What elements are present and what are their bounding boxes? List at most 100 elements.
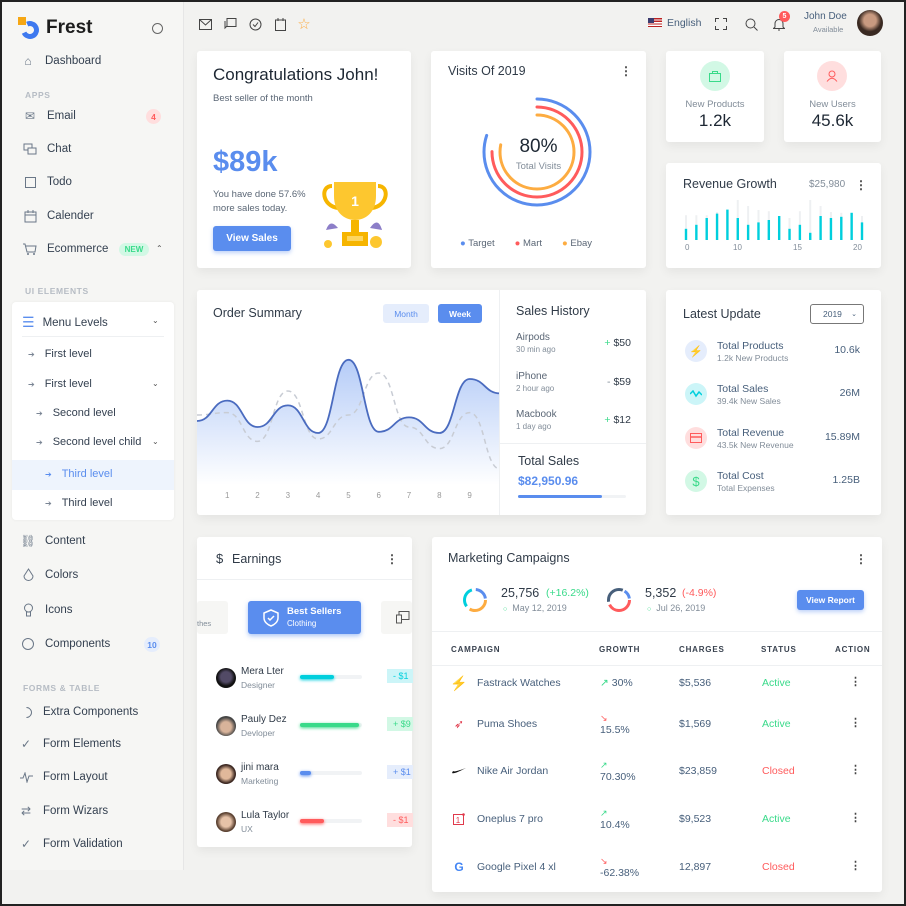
menu-levels-toggle[interactable]: ☰ Menu Levels xyxy=(22,314,108,331)
earnings-person: jini mara Marketing + $1 xyxy=(216,762,413,798)
mail-icon[interactable] xyxy=(198,17,212,31)
sidebar-item-form-wizars[interactable]: ⇄ Form Wizars xyxy=(18,802,108,820)
puma-logo-icon: ➶ xyxy=(453,717,465,731)
item-sub: Total Expenses xyxy=(717,483,775,493)
chat-icon[interactable] xyxy=(223,17,237,31)
sidebar-item-calender[interactable]: Calender xyxy=(22,207,94,225)
sidebar-item-ecommerce[interactable]: Ecommerce xyxy=(22,240,108,258)
fullscreen-icon[interactable] xyxy=(714,17,728,31)
sidebar-item-label: Colors xyxy=(45,569,79,581)
sidebar-item-label: Dashboard xyxy=(45,55,102,67)
column-header-status[interactable]: STATUS xyxy=(761,645,797,654)
sidebar-item-icons[interactable]: Icons xyxy=(20,601,73,619)
user-icon xyxy=(817,61,847,91)
sidebar-item-form-validation[interactable]: ✓ Form Validation xyxy=(18,835,123,853)
devices-icon xyxy=(396,611,410,624)
arrow-right-icon: ➔ xyxy=(45,498,52,508)
tab-week[interactable]: Week xyxy=(438,304,482,323)
calendar-icon[interactable] xyxy=(273,17,287,31)
amount: $12 xyxy=(613,414,631,426)
congrats-title: Congratulations John! xyxy=(213,65,379,84)
item-value: 10.6k xyxy=(834,344,860,356)
star-icon[interactable]: ☆ xyxy=(297,16,311,33)
menu-item-third-level-active[interactable]: ➔ Third level xyxy=(45,468,112,480)
year-select[interactable]: 2019 ⌄ xyxy=(810,304,864,324)
sidebar-item-dashboard[interactable]: ⌂ Dashboard xyxy=(20,52,101,70)
sidebar-item-components[interactable]: Components xyxy=(20,635,110,653)
person-name: jini mara xyxy=(241,762,279,773)
item-sub: 43.5k New Revenue xyxy=(717,440,794,450)
tab-month[interactable]: Month xyxy=(383,304,429,323)
campaign-name: Nike Air Jordan xyxy=(477,765,549,777)
revenue-bar xyxy=(726,209,729,240)
visits-center-label: Total Visits xyxy=(515,161,562,172)
row-actions-icon[interactable]: ⋮ xyxy=(850,675,861,688)
column-header-action[interactable]: ACTION xyxy=(835,645,870,654)
sidebar-item-chat[interactable]: Chat xyxy=(22,140,71,158)
menu-item-label: Third level xyxy=(61,468,113,480)
more-options-icon[interactable]: ⋮ xyxy=(386,553,398,565)
chevron-down-icon: ⌄ xyxy=(152,316,159,325)
column-header-charges[interactable]: CHARGES xyxy=(679,645,725,654)
logo[interactable]: Frest xyxy=(18,17,92,42)
congrats-line-2: more sales today. xyxy=(213,203,288,214)
sidebar-item-email[interactable]: ✉ Email xyxy=(22,107,76,125)
avatar xyxy=(216,716,236,736)
chevron-up-icon[interactable]: ⌃ xyxy=(156,244,163,253)
chevron-down-icon: ⌄ xyxy=(152,379,159,388)
arrow-right-icon: ➔ xyxy=(45,469,52,479)
language-selector[interactable]: English xyxy=(667,17,701,29)
item-amount: + $50 xyxy=(604,337,631,349)
avatar[interactable] xyxy=(857,10,883,36)
sidebar-item-todo[interactable]: Todo xyxy=(22,173,72,191)
latest-update-title: Latest Update xyxy=(683,307,761,321)
trophy-icon: 1 xyxy=(322,182,388,248)
sidebar-toggle[interactable] xyxy=(152,23,163,34)
menu-item-label: First level xyxy=(44,378,92,390)
user-name[interactable]: John Doe xyxy=(804,11,847,22)
earnings-tab-next[interactable] xyxy=(381,601,412,634)
sidebar-item-form-elements[interactable]: ✓ Form Elements xyxy=(18,735,121,753)
more-options-icon[interactable]: ⋮ xyxy=(855,553,867,565)
pulse-icon xyxy=(18,769,34,785)
column-header-growth[interactable]: GROWTH xyxy=(599,645,640,654)
earnings-tab-prev[interactable]: thes xyxy=(197,601,228,634)
row-actions-icon[interactable]: ⋮ xyxy=(850,716,861,729)
item-title: Total Products xyxy=(717,340,784,352)
menu-item-first-level[interactable]: ➔ First level xyxy=(28,348,92,360)
menu-item-second-level[interactable]: ➔ Second level xyxy=(36,407,116,419)
search-icon[interactable] xyxy=(744,17,758,31)
view-sales-button[interactable]: View Sales xyxy=(213,226,291,251)
checkbox-icon xyxy=(22,174,38,190)
circle-icon: ○ xyxy=(503,606,508,613)
sidebar-item-label: Todo xyxy=(47,176,72,188)
menu-levels-panel: ☰ Menu Levels ⌄ ➔ First level ➔ First leve… xyxy=(12,302,174,520)
more-options-icon[interactable]: ⋮ xyxy=(620,65,632,77)
more-options-icon[interactable]: ⋮ xyxy=(855,179,867,191)
sidebar-item-extra-components[interactable]: Extra Components xyxy=(18,703,138,721)
order-area-fill xyxy=(197,359,500,485)
row-actions-icon[interactable]: ⋮ xyxy=(850,811,861,824)
check-circle-icon[interactable] xyxy=(248,17,262,31)
menu-item-third-level[interactable]: ➔ Third level xyxy=(45,497,112,509)
google-logo-icon: G xyxy=(454,860,464,874)
earnings-tab-best-sellers[interactable]: Best Sellers Clothing xyxy=(248,601,361,634)
sidebar-item-label: Form Elements xyxy=(43,738,121,750)
column-header-campaign[interactable]: CAMPAIGN xyxy=(451,645,500,654)
row-actions-icon[interactable]: ⋮ xyxy=(850,859,861,872)
revenue-bar xyxy=(736,218,739,240)
menu-item-second-level-child[interactable]: ➔ Second level child xyxy=(36,436,141,448)
sidebar-item-colors[interactable]: Colors xyxy=(20,566,78,584)
congrats-amount: $89k xyxy=(213,146,278,178)
trend-up-icon: ↗ xyxy=(600,760,608,770)
menu-item-label: First level xyxy=(44,348,92,360)
sidebar-item-form-layout[interactable]: Form Layout xyxy=(18,768,108,786)
bulb-icon xyxy=(20,602,36,618)
view-report-button[interactable]: View Report xyxy=(797,590,864,610)
table-row: G Google Pixel 4 xl ↘ -62.38% 12,897 Clos… xyxy=(432,856,882,896)
sidebar-item-label: Components xyxy=(45,638,111,650)
menu-item-first-level-expand[interactable]: ➔ First level xyxy=(28,378,92,390)
tab-sub: Clothing xyxy=(287,619,317,628)
row-actions-icon[interactable]: ⋮ xyxy=(850,763,861,776)
sidebar-item-content[interactable]: ⛓ Content xyxy=(20,532,85,550)
